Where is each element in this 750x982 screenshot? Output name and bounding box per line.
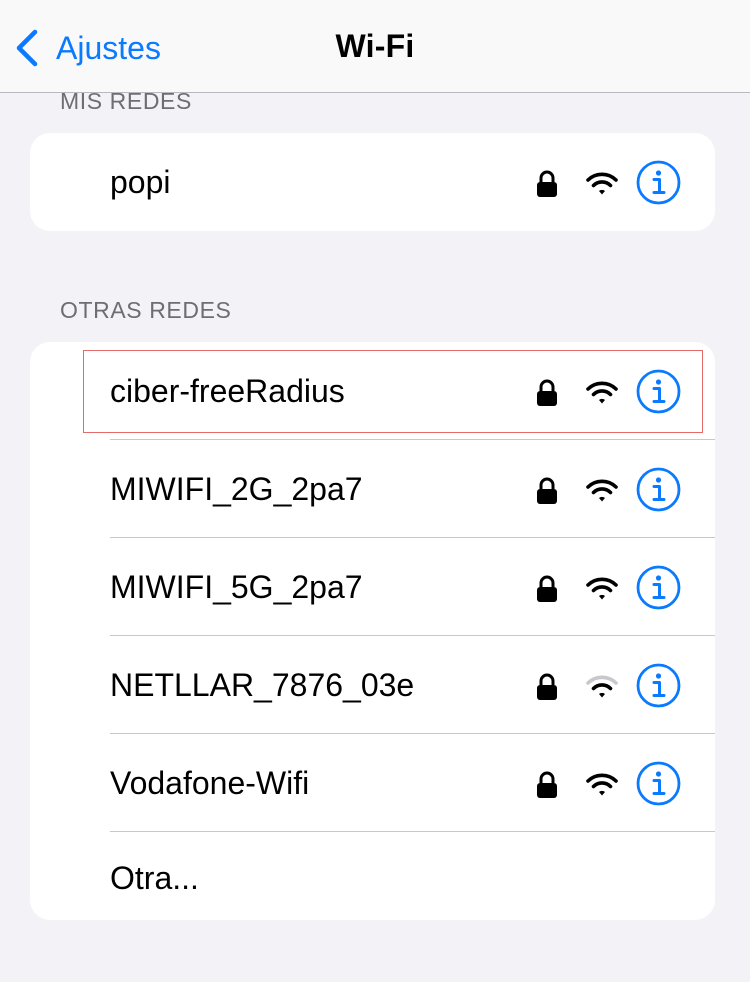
lock-icon xyxy=(537,477,557,504)
info-icon[interactable] xyxy=(636,663,681,708)
network-name: MIWIFI_5G_2pa7 xyxy=(110,569,363,605)
lock-icon xyxy=(537,673,557,700)
lock-icon xyxy=(537,379,557,406)
network-name: MIWIFI_2G_2pa7 xyxy=(110,471,363,507)
wifi-icon xyxy=(586,773,618,796)
network-row-miwifi-5g[interactable]: MIWIFI_5G_2pa7 xyxy=(30,538,715,636)
my-networks-card: popi xyxy=(30,133,715,231)
info-icon[interactable] xyxy=(636,565,681,610)
section-header-other-networks: OTRAS REDES xyxy=(60,297,232,323)
other-networks-card: ciber-freeRadius MIWIFI_2G_2pa7 MIWIFI_5… xyxy=(30,342,715,920)
network-name: ciber-freeRadius xyxy=(110,373,345,409)
info-icon[interactable] xyxy=(636,761,681,806)
network-name: popi xyxy=(110,164,171,200)
wifi-icon xyxy=(586,577,618,600)
other-network-button[interactable]: Otra... xyxy=(30,832,715,920)
wifi-icon xyxy=(586,381,618,404)
info-icon[interactable] xyxy=(636,160,681,205)
other-network-label: Otra... xyxy=(110,860,199,896)
lock-icon xyxy=(537,170,557,197)
navigation-bar: Ajustes Wi-Fi xyxy=(0,0,750,93)
info-icon[interactable] xyxy=(636,369,681,414)
info-icon[interactable] xyxy=(636,467,681,512)
network-name: NETLLAR_7876_03e xyxy=(110,667,415,703)
page-title: Wi-Fi xyxy=(335,28,415,64)
wifi-icon xyxy=(586,479,618,502)
wifi-weak-icon xyxy=(586,675,618,698)
network-row-ciber-freeradius[interactable]: ciber-freeRadius xyxy=(30,342,715,440)
lock-icon xyxy=(537,575,557,602)
network-row-vodafone[interactable]: Vodafone-Wifi xyxy=(30,734,715,832)
network-name: Vodafone-Wifi xyxy=(110,765,310,801)
network-row-miwifi-2g[interactable]: MIWIFI_2G_2pa7 xyxy=(30,440,715,538)
wifi-icon xyxy=(586,172,618,195)
lock-icon xyxy=(537,771,557,798)
network-row-popi[interactable]: popi xyxy=(30,133,715,231)
network-row-netllar[interactable]: NETLLAR_7876_03e xyxy=(30,636,715,734)
